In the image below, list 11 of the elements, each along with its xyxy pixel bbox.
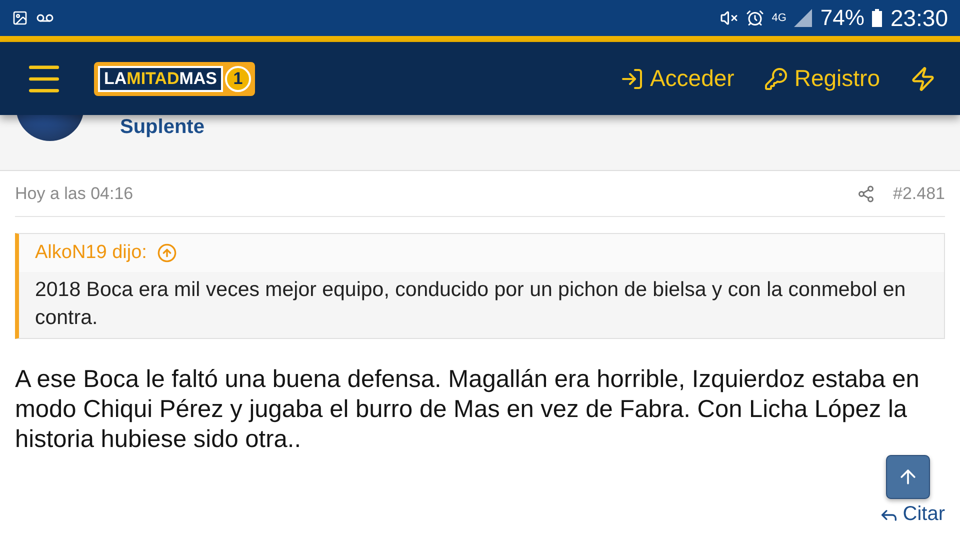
clock: 23:30: [890, 4, 948, 32]
post-message: A ese Boca le faltó una buena defensa. Magallán era horrible, Izquierdoz estaba en modo Chiqui Pérez y jugaba el burro de Mas en vez de Fabra. Con Licha López la historia hubiese sido otra..: [15, 365, 920, 455]
quote-link[interactable]: Citar: [878, 503, 945, 526]
user-title: Suplente: [120, 115, 204, 139]
post-date: Hoy a las 04:16: [15, 184, 134, 204]
network-label: 4G: [772, 12, 786, 24]
register-link[interactable]: Registro: [764, 65, 880, 92]
site-logo[interactable]: LAMITADMAS 1: [94, 62, 256, 96]
quote-text: 2018 Boca era mil veces mejor equipo, conducido por un pichon de bielsa y con la conmebol en contra.: [19, 272, 944, 338]
battery-percent: 74%: [820, 5, 864, 31]
login-link[interactable]: Acceder: [620, 65, 734, 92]
